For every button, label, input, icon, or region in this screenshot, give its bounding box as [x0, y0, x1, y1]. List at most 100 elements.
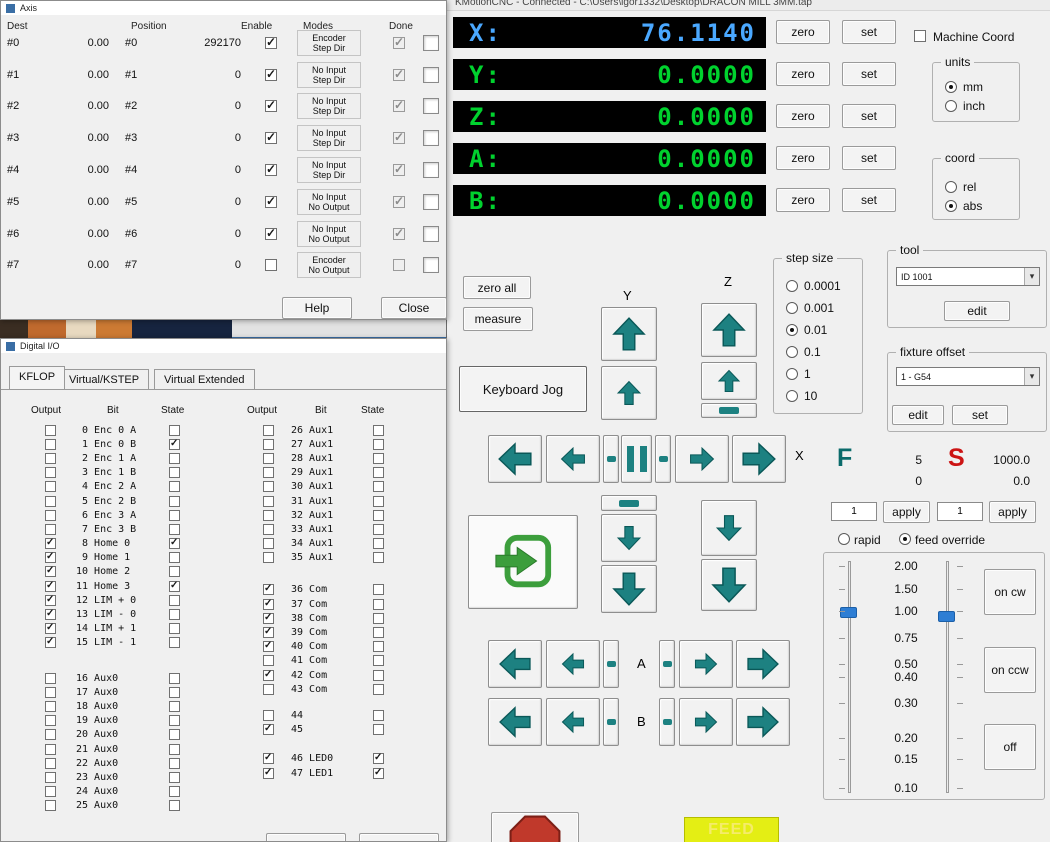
zero-button[interactable]: zero: [776, 20, 830, 44]
io-output-checkbox[interactable]: [263, 552, 274, 564]
set-button[interactable]: set: [842, 62, 896, 86]
feed-rate-input[interactable]: [831, 502, 877, 521]
axis-enable-checkbox[interactable]: [265, 98, 277, 113]
io-output-checkbox[interactable]: [45, 424, 56, 436]
jog-y-up-large-button[interactable]: [601, 307, 657, 361]
feed-override-radio[interactable]: [899, 533, 911, 545]
jog-xy-pause-button[interactable]: [621, 435, 652, 483]
io-output-checkbox[interactable]: [45, 452, 56, 464]
spindle-speed-input[interactable]: [937, 502, 983, 521]
measure-button[interactable]: measure: [463, 307, 533, 331]
jog-x-left-small-button[interactable]: [546, 435, 600, 483]
zero-button[interactable]: zero: [776, 104, 830, 128]
io-output-checkbox[interactable]: [45, 800, 56, 812]
io-output-checkbox[interactable]: [263, 598, 274, 610]
zero-button[interactable]: zero: [776, 146, 830, 170]
feed-override-slider-thumb[interactable]: [840, 607, 857, 618]
jog-y-stop-button[interactable]: [601, 495, 657, 511]
io-output-checkbox[interactable]: [45, 509, 56, 521]
io-output-checkbox[interactable]: [263, 655, 274, 667]
feed-apply-button[interactable]: apply: [883, 501, 930, 523]
io-output-checkbox[interactable]: [263, 683, 274, 695]
keyboard-jog-button[interactable]: Keyboard Jog: [459, 366, 587, 412]
jog-b-left-small-button[interactable]: [546, 698, 600, 746]
axis-done-checkbox[interactable]: [423, 34, 439, 51]
axis-enable-checkbox[interactable]: [265, 226, 277, 240]
jog-b-stop-right-button[interactable]: [659, 698, 675, 746]
step-size-option[interactable]: 0.0001: [786, 275, 841, 297]
fixture-offset-select[interactable]: 1 - G54 ▾: [896, 367, 1040, 386]
jog-y-down-small-button[interactable]: [601, 514, 657, 562]
io-output-checkbox[interactable]: [263, 538, 274, 550]
jog-x-stop-left-button[interactable]: [603, 435, 619, 483]
io-output-checkbox[interactable]: [263, 495, 274, 507]
fixture-edit-button[interactable]: edit: [892, 405, 944, 425]
digital-io-titlebar[interactable]: Digital I/O: [1, 339, 446, 353]
jog-z-down-large-button[interactable]: [701, 559, 757, 611]
jog-a-right-large-button[interactable]: [736, 640, 790, 688]
jog-z-stop-button[interactable]: [701, 403, 757, 418]
io-output-checkbox[interactable]: [45, 672, 56, 684]
jog-a-left-large-button[interactable]: [488, 640, 542, 688]
io-output-checkbox[interactable]: [45, 467, 56, 479]
io-output-checkbox[interactable]: [45, 594, 56, 606]
spindle-override-slider[interactable]: [946, 561, 949, 793]
io-output-checkbox[interactable]: [263, 452, 274, 464]
jog-a-stop-left-button[interactable]: [603, 640, 619, 688]
zero-all-button[interactable]: zero all: [463, 276, 531, 299]
axis-done-checkbox[interactable]: [423, 130, 439, 147]
io-output-checkbox[interactable]: [45, 580, 56, 592]
continuous-jog-button[interactable]: [468, 515, 578, 609]
axis-enable-checkbox[interactable]: [265, 35, 277, 49]
set-button[interactable]: set: [842, 146, 896, 170]
set-button[interactable]: set: [842, 20, 896, 44]
set-button[interactable]: set: [842, 188, 896, 212]
zero-button[interactable]: zero: [776, 188, 830, 212]
jog-x-stop-right-button[interactable]: [655, 435, 671, 483]
io-output-checkbox[interactable]: [45, 481, 56, 493]
axis-done-checkbox[interactable]: [423, 193, 439, 210]
io-output-checkbox[interactable]: [263, 481, 274, 493]
io-output-checkbox[interactable]: [263, 612, 274, 624]
io-output-checkbox[interactable]: [45, 743, 56, 755]
jog-b-right-small-button[interactable]: [679, 698, 733, 746]
step-size-option[interactable]: 1: [786, 363, 841, 385]
tab-kflop[interactable]: KFLOP: [9, 366, 66, 390]
zero-button[interactable]: zero: [776, 62, 830, 86]
dialog-button-right[interactable]: [359, 833, 439, 841]
coord-option[interactable]: rel: [945, 177, 982, 196]
axis-done-checkbox[interactable]: [423, 225, 439, 242]
axis-window-titlebar[interactable]: Axis: [1, 1, 446, 15]
tab-virtual-kstep[interactable]: Virtual/KSTEP: [59, 369, 150, 390]
axis-done-checkbox[interactable]: [423, 257, 439, 274]
io-output-checkbox[interactable]: [263, 723, 274, 736]
jog-z-up-large-button[interactable]: [701, 303, 757, 357]
chevron-down-icon[interactable]: ▾: [1024, 268, 1039, 285]
units-option[interactable]: mm: [945, 77, 985, 96]
io-output-checkbox[interactable]: [45, 686, 56, 698]
io-output-checkbox[interactable]: [263, 424, 274, 436]
axis-enable-checkbox[interactable]: [265, 194, 277, 208]
spindle-apply-button[interactable]: apply: [989, 501, 1036, 523]
step-size-option[interactable]: 0.001: [786, 297, 841, 319]
jog-x-right-large-button[interactable]: [732, 435, 786, 483]
units-option[interactable]: inch: [945, 96, 985, 115]
step-size-option[interactable]: 0.01: [786, 319, 841, 341]
spindle-override-slider-thumb[interactable]: [938, 611, 955, 622]
jog-b-stop-left-button[interactable]: [603, 698, 619, 746]
spindle-on-cw-button[interactable]: on cw: [984, 569, 1036, 615]
jog-b-right-large-button[interactable]: [736, 698, 790, 746]
io-output-checkbox[interactable]: [263, 709, 274, 721]
axis-done-checkbox[interactable]: [423, 98, 439, 115]
io-output-checkbox[interactable]: [263, 523, 274, 535]
jog-y-down-large-button[interactable]: [601, 565, 657, 613]
io-output-checkbox[interactable]: [263, 509, 274, 521]
io-output-checkbox[interactable]: [45, 438, 56, 450]
kmotioncnc-titlebar[interactable]: KMotionCNC - Connected - C:\Users\igor13…: [447, 0, 1050, 11]
jog-x-left-large-button[interactable]: [488, 435, 542, 483]
fixture-set-button[interactable]: set: [952, 405, 1008, 425]
machine-coord-checkbox[interactable]: [914, 30, 926, 42]
io-output-checkbox[interactable]: [263, 467, 274, 479]
tool-edit-button[interactable]: edit: [944, 301, 1010, 321]
io-output-checkbox[interactable]: [45, 715, 56, 727]
